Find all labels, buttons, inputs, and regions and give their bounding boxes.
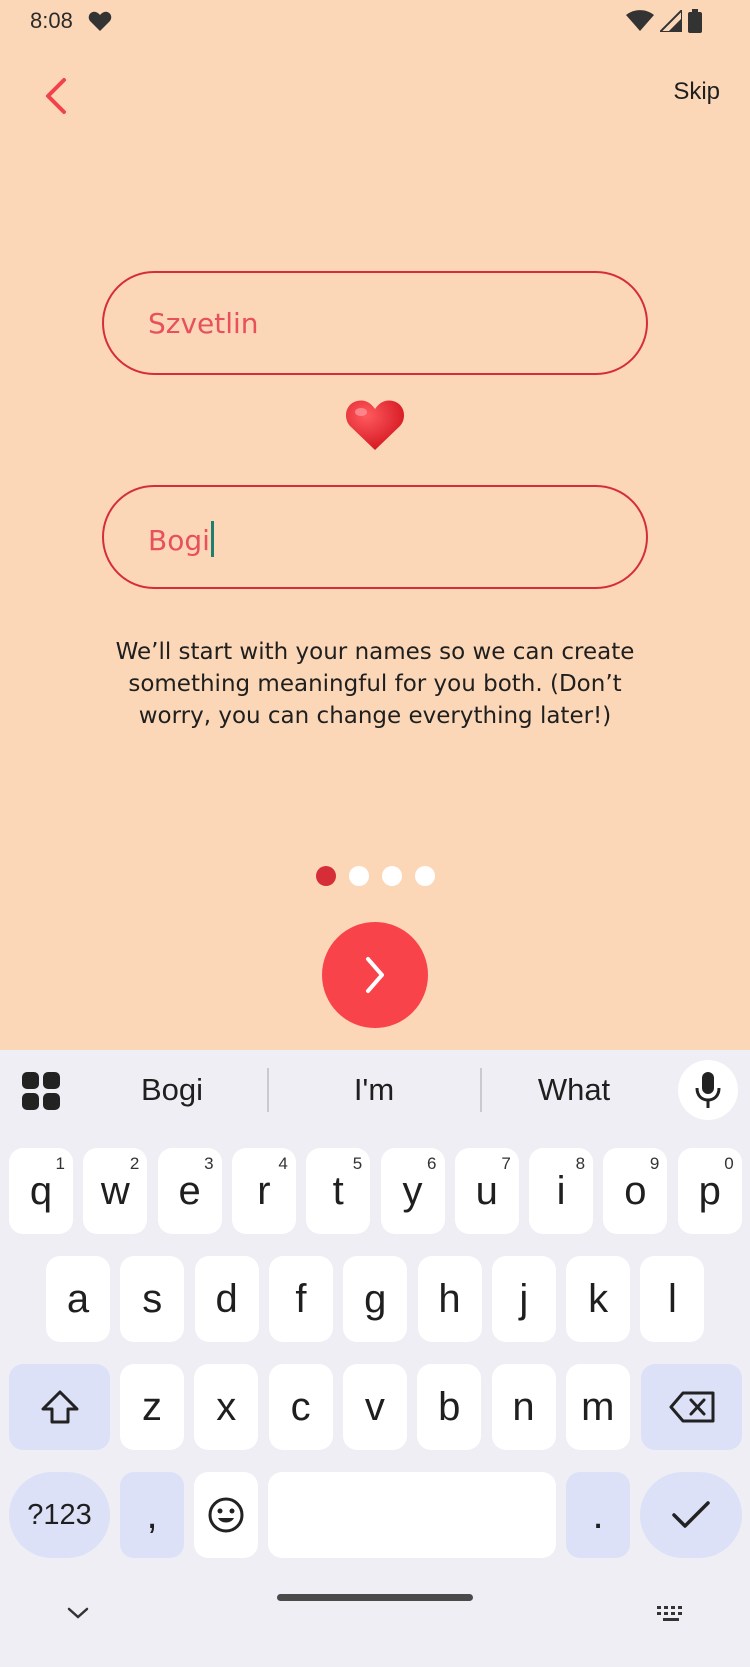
key-j[interactable]: j: [491, 1256, 556, 1342]
status-time: 8:08: [30, 8, 73, 33]
key-hint: 8: [575, 1154, 586, 1173]
heart-icon: [345, 400, 405, 450]
key-hint: 6: [427, 1154, 437, 1173]
chevron-right-icon: [366, 957, 384, 993]
key-hint: 2: [129, 1154, 140, 1173]
partner1-name-input[interactable]: Szvetlin: [102, 271, 648, 375]
keyboard-apps-icon[interactable]: [22, 1072, 60, 1110]
suggestion-1[interactable]: Bogi: [92, 1072, 252, 1108]
key-m[interactable]: m: [565, 1364, 630, 1450]
page-dot-1: [316, 866, 336, 886]
key-t[interactable]: t5: [306, 1148, 371, 1234]
microphone-icon: [695, 1072, 721, 1108]
symbols-key[interactable]: ?123: [9, 1472, 110, 1558]
mic-button[interactable]: [678, 1060, 738, 1120]
key-h[interactable]: h: [417, 1256, 482, 1342]
shift-icon: [41, 1390, 78, 1424]
key-letter: u: [475, 1168, 498, 1213]
key-letter: i: [556, 1168, 566, 1213]
partner2-name-input[interactable]: Bogi: [102, 485, 648, 589]
comma-key[interactable]: ,: [120, 1472, 184, 1558]
suggestion-bar: Bogi I'm What: [0, 1050, 750, 1138]
key-l[interactable]: l: [640, 1256, 705, 1342]
key-c[interactable]: c: [268, 1364, 333, 1450]
suggestion-3[interactable]: What: [494, 1072, 654, 1108]
key-z[interactable]: z: [120, 1364, 184, 1450]
key-x[interactable]: x: [194, 1364, 259, 1450]
chevron-down-icon[interactable]: [66, 1605, 90, 1621]
key-o[interactable]: o9: [603, 1148, 668, 1234]
space-key[interactable]: [268, 1472, 556, 1558]
page-indicator: [316, 866, 435, 886]
key-q[interactable]: q1: [9, 1148, 73, 1234]
key-v[interactable]: v: [342, 1364, 407, 1450]
key-d[interactable]: d: [194, 1256, 259, 1342]
text-caret: [210, 521, 214, 557]
key-y[interactable]: y6: [380, 1148, 445, 1234]
key-g[interactable]: g: [343, 1256, 408, 1342]
key-w[interactable]: w2: [83, 1148, 148, 1234]
wifi-icon: [626, 10, 654, 31]
next-button[interactable]: [322, 922, 428, 1028]
home-indicator[interactable]: [277, 1594, 473, 1601]
key-letter: r: [257, 1168, 271, 1213]
backspace-icon: [669, 1391, 714, 1423]
key-f[interactable]: f: [268, 1256, 333, 1342]
key-hint: 0: [724, 1154, 734, 1173]
suggestion-divider: [267, 1068, 269, 1112]
period-key[interactable]: .: [566, 1472, 630, 1558]
suggestion-divider: [480, 1068, 482, 1112]
partner2-name-value: Bogi: [148, 521, 214, 557]
key-hint: 4: [278, 1154, 288, 1173]
key-s[interactable]: s: [120, 1256, 185, 1342]
battery-icon: [688, 9, 702, 33]
key-hint: 7: [501, 1154, 511, 1173]
key-hint: 5: [352, 1154, 363, 1173]
checkmark-icon: [672, 1501, 710, 1528]
key-k[interactable]: k: [566, 1256, 631, 1342]
key-n[interactable]: n: [491, 1364, 556, 1450]
signal-icon: [660, 10, 682, 32]
key-hint: 9: [649, 1154, 660, 1173]
key-letter: o: [624, 1168, 647, 1213]
key-letter: q: [29, 1168, 53, 1213]
key-letter: t: [332, 1168, 344, 1213]
status-icons: [626, 8, 702, 34]
soft-keyboard: Bogi I'm What q1w2e3r4t5y6u7i8o9p0 asdfg…: [0, 1050, 750, 1667]
page-dot-4: [415, 866, 435, 886]
backspace-key[interactable]: [641, 1364, 742, 1450]
status-bar: 8:08: [0, 0, 750, 44]
shift-key[interactable]: [9, 1364, 110, 1450]
key-hint: 1: [55, 1154, 65, 1173]
key-letter: y: [402, 1168, 423, 1213]
keyboard-switch-icon[interactable]: [656, 1605, 688, 1623]
key-b[interactable]: b: [417, 1364, 482, 1450]
heart-notification-icon: [88, 11, 112, 31]
key-hint: 3: [204, 1154, 214, 1173]
key-letter: w: [100, 1168, 130, 1213]
key-u[interactable]: u7: [454, 1148, 519, 1234]
suggestion-2[interactable]: I'm: [294, 1072, 454, 1108]
keyboard-nav-bar: [0, 1605, 750, 1645]
enter-key[interactable]: [640, 1472, 742, 1558]
emoji-key[interactable]: [194, 1472, 258, 1558]
key-a[interactable]: a: [46, 1256, 110, 1342]
key-letter: p: [698, 1168, 721, 1213]
helper-text: We’ll start with your names so we can cr…: [115, 639, 635, 729]
key-p[interactable]: p0: [677, 1148, 742, 1234]
partner2-name-text: Bogi: [148, 524, 210, 557]
key-e[interactable]: e3: [157, 1148, 222, 1234]
key-r[interactable]: r4: [231, 1148, 296, 1234]
page-dot-3: [382, 866, 402, 886]
emoji-icon: [208, 1497, 244, 1533]
skip-button[interactable]: Skip: [673, 78, 720, 106]
chevron-left-icon: [46, 78, 66, 114]
page-dot-2: [349, 866, 369, 886]
key-i[interactable]: i8: [529, 1148, 594, 1234]
back-button[interactable]: [36, 74, 76, 118]
key-letter: e: [178, 1168, 201, 1213]
partner1-name-value: Szvetlin: [148, 307, 259, 340]
